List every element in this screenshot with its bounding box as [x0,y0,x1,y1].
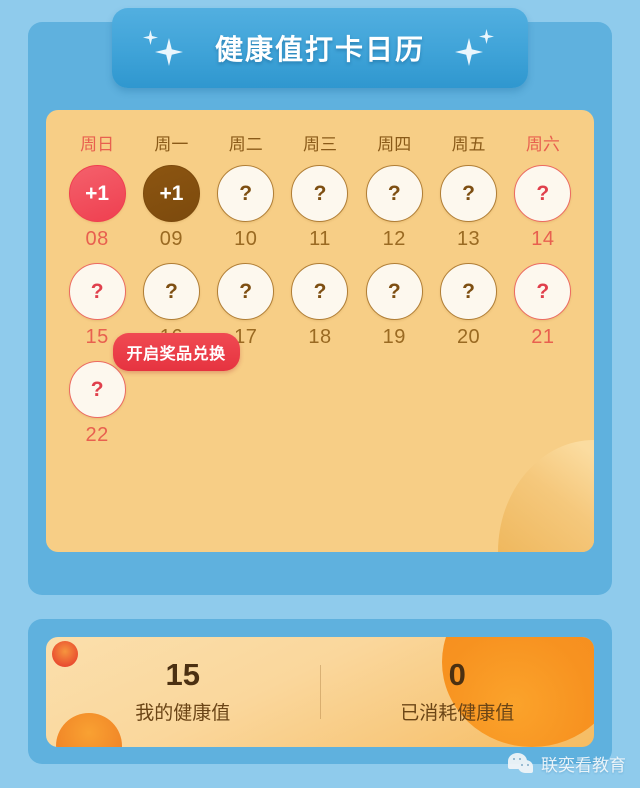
day-mark-19[interactable]: ? [365,263,423,320]
day-circle-wrap: ? [440,165,498,222]
day-mark-22[interactable]: ? [68,361,126,418]
day-mark-21[interactable]: ? [514,263,572,320]
day-number-label: 14 [531,228,555,250]
stats-row: 15 我的健康值 0 已消耗健康值 [46,637,594,747]
calendar-day-21[interactable]: ? 21 [506,263,580,349]
stats-card: 15 我的健康值 0 已消耗健康值 [46,637,594,747]
day-circle-wrap: ? [142,263,200,320]
day-mark-12[interactable]: ? [365,165,423,222]
day-circle-wrap: ? [440,263,498,320]
sparkle-big-icon [455,38,483,66]
day-number-label: 09 [159,228,184,250]
weekday-label: 周日 [80,135,115,154]
calendar-day-13[interactable]: ? 13 [431,165,505,251]
day-number-label: 18 [308,326,332,348]
stat-item: 15 我的健康值 [46,659,320,725]
header-banner: 健康值打卡日历 [112,8,528,88]
calendar-week-row: +1 08 +1 09? 10? 11? 12? 13? 14 [60,165,580,251]
watermark-text: 联奕看教育 [541,756,626,775]
day-number-label: 11 [309,228,331,250]
day-circle-wrap: ? [514,263,572,320]
watermark: 联奕看教育 [508,751,626,776]
day-mark-15[interactable]: ? [68,263,126,320]
calendar-day-18[interactable]: ? 18 [283,263,357,349]
day-mark-17[interactable]: ? [217,263,275,320]
day-circle-wrap: +1 [68,165,126,222]
calendar-day-10[interactable]: ? 10 [209,165,283,251]
day-circle-wrap: ? [291,165,349,222]
day-circle-wrap: ? [68,263,126,320]
sparkle-small-icon [479,29,494,44]
stat-value: 0 [448,657,466,693]
weekday-label: 周六 [525,135,560,154]
sparkle-small-icon [142,30,158,45]
day-number-label: 19 [382,326,406,348]
calendar-day-09[interactable]: +1 09 [134,165,208,251]
day-circle-wrap: ? [217,263,275,320]
day-mark-18[interactable]: ? [291,263,349,320]
calendar-day-12[interactable]: ? 12 [357,165,431,251]
day-mark-14[interactable]: ? [514,165,572,222]
day-circle-wrap: ? [365,165,423,222]
stat-label: 已消耗健康值 [400,702,515,724]
day-number-label: 10 [234,228,258,250]
weekday-header-row: 周日 周一 周二 周三 周四 周五 周六 [60,130,580,155]
calendar-week-row: ? 开启奖品兑换 22 [60,333,580,447]
day-number-label: 21 [531,326,555,348]
day-circle-wrap: ? [291,263,349,320]
day-mark-09[interactable]: +1 [142,165,200,222]
day-number-label: 22 [85,424,109,446]
reward-redeem-button[interactable]: 开启奖品兑换 [112,333,240,371]
weekday-label: 周一 [154,135,189,154]
day-number-label: 08 [85,228,109,250]
weekday-label: 周二 [228,135,263,154]
day-number-label: 13 [456,228,481,250]
day-mark-16[interactable]: ? [142,263,200,320]
sparkle-right-icon [451,28,499,68]
stat-item: 0 已消耗健康值 [321,659,595,725]
day-mark-08[interactable]: +1 [68,165,126,222]
sparkle-big-icon [154,38,183,66]
calendar-day-11[interactable]: ? 11 [283,165,357,251]
day-mark-11[interactable]: ? [291,165,349,222]
day-circle-wrap: ? 开启奖品兑换 [68,333,240,418]
weekday-label: 周三 [302,135,337,154]
calendar-day-08[interactable]: +1 08 [60,165,134,251]
day-circle-wrap: +1 [142,165,200,222]
calendar-grid: 周日 周一 周二 周三 周四 周五 周六 +1 08 +1 09? 10? 11? 12? 13? 14? 1… [46,110,594,447]
day-mark-20[interactable]: ? [440,263,498,320]
calendar-card: 周日 周一 周二 周三 周四 周五 周六 +1 08 +1 09? 10? 11? 12? 13? 14? 1… [46,110,594,552]
wechat-icon [508,752,534,775]
calendar-day-19[interactable]: ? 19 [357,263,431,349]
page-curl-fold-decoration [498,440,594,552]
weekday-label: 周五 [451,135,486,154]
day-circle-wrap: ? [365,263,423,320]
calendar-day-20[interactable]: ? 20 [431,263,505,349]
stat-value: 15 [165,657,200,693]
day-mark-13[interactable]: ? [440,165,498,222]
day-circle-wrap: ? [217,165,275,222]
weekday-label: 周四 [377,135,412,154]
day-circle-wrap: ? [514,165,572,222]
calendar-day-22[interactable]: ? 开启奖品兑换 22 [60,333,240,447]
day-number-label: 20 [456,326,481,348]
day-number-label: 12 [382,228,406,250]
calendar-day-rows: +108+109?10?11?12?13?14?15?16?17?18?19?2… [60,165,580,447]
calendar-day-14[interactable]: ? 14 [506,165,580,251]
stat-label: 我的健康值 [135,702,231,724]
page-title: 健康值打卡日历 [214,34,425,65]
day-mark-10[interactable]: ? [217,165,275,222]
day-number-label: 15 [85,326,109,348]
sparkle-left-icon [141,28,189,68]
